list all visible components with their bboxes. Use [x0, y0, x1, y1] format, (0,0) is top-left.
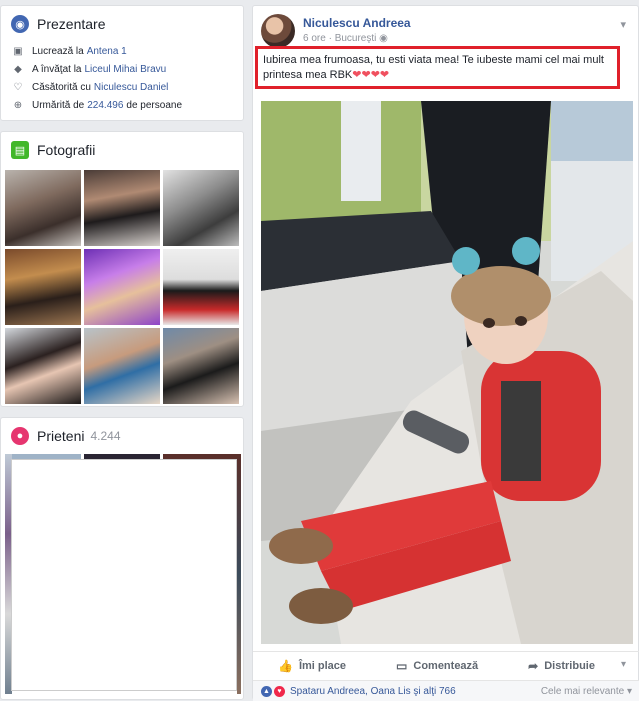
post-text-highlight: Iubirea mea frumoasa, tu esti viata mea!…	[255, 46, 620, 89]
photo-thumb[interactable]	[163, 170, 239, 246]
avatar[interactable]	[261, 14, 295, 48]
heart-icon: ♡	[13, 81, 23, 93]
love-reaction-icon: ♥	[274, 685, 285, 697]
friend-thumb-edge	[237, 454, 241, 694]
reactions-bar: ▲ ♥ Spataru Andreea, Oana Lis şi alţi 76…	[253, 680, 639, 701]
share-options-caret-icon[interactable]: ▾	[621, 659, 626, 670]
comment-button[interactable]: ▭ Comentează	[396, 659, 478, 673]
spouse-link[interactable]: Niculescu Daniel	[94, 82, 168, 93]
photos-icon: ▤	[11, 141, 29, 159]
hearts-emoji: ❤❤❤❤	[352, 69, 390, 81]
photos-title[interactable]: Fotografii	[37, 142, 95, 158]
post-header: Niculescu Andreea 6 ore · Bucureşti ◉	[261, 14, 411, 48]
photo-grid	[5, 170, 239, 404]
redaction-box	[11, 459, 237, 691]
friends-icon: ●	[11, 427, 29, 445]
briefcase-icon: ▣	[13, 45, 23, 57]
post-actions: 👍 Îmi place ▭ Comentează ➦ Distribuie	[253, 651, 639, 679]
intro-followers: ⊕ Urmărită de 224.496 de persoane	[13, 99, 183, 111]
friends-title[interactable]: Prieteni	[37, 428, 84, 444]
intro-card: ◉ Prezentare ▣ Lucrează la Antena 1 ◆ A …	[0, 5, 244, 121]
graduation-cap-icon: ◆	[14, 63, 22, 75]
photo-thumb[interactable]	[5, 328, 81, 404]
photo-thumb[interactable]	[5, 249, 81, 325]
followers-link[interactable]: 224.496	[87, 100, 123, 111]
post-text-line2: printesa mea RBK	[263, 69, 353, 81]
post-options-caret-icon[interactable]: ▾	[620, 18, 626, 31]
photo-thumb[interactable]	[84, 249, 160, 325]
intro-title: Prezentare	[37, 16, 106, 32]
globe-icon: ◉	[379, 33, 388, 44]
globe-icon: ◉	[11, 15, 29, 33]
friends-card: ● Prieteni 4.244	[0, 417, 244, 700]
school-link[interactable]: Liceul Mihai Bravu	[84, 64, 166, 75]
author-name[interactable]: Niculescu Andreea	[303, 16, 411, 30]
photos-card: ▤ Fotografii	[0, 131, 244, 407]
reactors-link[interactable]: Spataru Andreea, Oana Lis şi alţi 766	[290, 686, 456, 697]
photo-thumb[interactable]	[163, 328, 239, 404]
intro-work: ▣ Lucrează la Antena 1	[13, 45, 127, 57]
follow-icon: ⊕	[13, 99, 23, 111]
share-button[interactable]: ➦ Distribuie	[528, 659, 595, 673]
post-time[interactable]: 6 ore	[303, 33, 326, 44]
post-meta: 6 ore · Bucureşti ◉	[303, 33, 388, 44]
post-location[interactable]: Bucureşti	[335, 33, 377, 44]
like-reaction-icon: ▲	[261, 685, 272, 697]
comment-sort-dropdown[interactable]: Cele mai relevante ▾	[541, 686, 632, 697]
intro-relationship: ♡ Căsătorită cu Niculescu Daniel	[13, 81, 169, 93]
share-icon: ➦	[528, 658, 539, 673]
post-text-line1: Iubirea mea frumoasa, tu esti viata mea!…	[263, 54, 604, 66]
friends-count: 4.244	[90, 429, 121, 443]
photo-thumb[interactable]	[84, 328, 160, 404]
comment-icon: ▭	[396, 658, 408, 673]
post-photo[interactable]	[261, 101, 633, 644]
work-link[interactable]: Antena 1	[87, 46, 127, 57]
photo-thumb[interactable]	[163, 249, 239, 325]
like-button[interactable]: 👍 Îmi place	[278, 659, 346, 673]
thumbs-up-icon: 👍	[278, 658, 293, 673]
intro-school: ◆ A învăţat la Liceul Mihai Bravu	[1, 60, 243, 78]
photo-thumb[interactable]	[5, 170, 81, 246]
post-card: Niculescu Andreea 6 ore · Bucureşti ◉ ▾ …	[252, 5, 639, 701]
photo-thumb[interactable]	[84, 170, 160, 246]
